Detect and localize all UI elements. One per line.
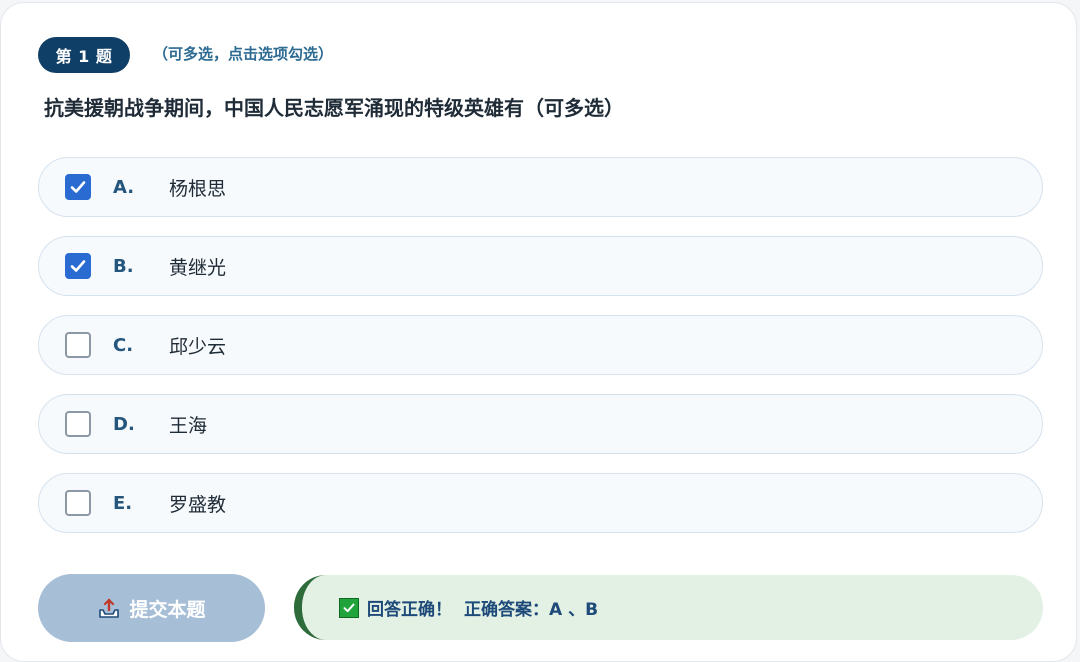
option-text: 邱少云 xyxy=(169,335,227,358)
question-card: 第 1 题 （可多选，点击选项勾选） 抗美援朝战争期间，中国人民志愿军涌现的特级… xyxy=(0,2,1077,662)
check-box-icon xyxy=(339,597,359,618)
option-text: 黄继光 xyxy=(169,256,227,279)
option-a[interactable]: A. 杨根思 xyxy=(38,157,1043,217)
upload-tray-icon xyxy=(99,598,120,618)
option-b[interactable]: B. 黄继光 xyxy=(38,236,1043,296)
option-text: 杨根思 xyxy=(169,177,227,200)
question-number-badge: 第 1 题 xyxy=(38,37,130,73)
multi-select-hint: （可多选，点击选项勾选） xyxy=(153,45,334,63)
checkbox[interactable] xyxy=(65,332,91,358)
option-e[interactable]: E. 罗盛教 xyxy=(38,473,1043,533)
check-icon xyxy=(70,260,86,272)
option-d[interactable]: D. 王海 xyxy=(38,394,1043,454)
checkbox[interactable] xyxy=(65,490,91,516)
question-text: 抗美援朝战争期间，中国人民志愿军涌现的特级英雄有（可多选） xyxy=(44,96,624,120)
submit-label: 提交本题 xyxy=(129,599,206,621)
options-list: A. 杨根思 B. 黄继光 C. 邱少云 D. 王海 E. 罗盛教 xyxy=(38,157,1043,552)
submit-button[interactable]: 提交本题 xyxy=(38,574,265,642)
correct-answer: 正确答案：A 、B xyxy=(464,600,599,620)
option-letter: D. xyxy=(113,413,135,435)
result-banner: 回答正确！ 正确答案：A 、B xyxy=(294,575,1043,640)
result-text: 回答正确！ 正确答案：A 、B xyxy=(367,595,598,620)
option-text: 罗盛教 xyxy=(169,493,227,516)
checkbox[interactable] xyxy=(65,411,91,437)
result-status: 回答正确！ xyxy=(367,600,452,620)
option-letter: C. xyxy=(113,334,134,356)
checkbox[interactable] xyxy=(65,174,91,200)
option-letter: A. xyxy=(113,176,135,198)
check-icon xyxy=(70,181,86,193)
option-letter: B. xyxy=(113,255,134,277)
checkbox[interactable] xyxy=(65,253,91,279)
option-text: 王海 xyxy=(169,414,208,437)
option-c[interactable]: C. 邱少云 xyxy=(38,315,1043,375)
option-letter: E. xyxy=(113,492,133,514)
